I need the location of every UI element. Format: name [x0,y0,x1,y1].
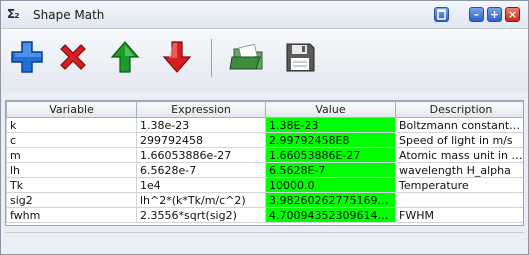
status-bar [5,232,524,251]
description-cell[interactable]: Temperature [395,177,523,193]
save-button[interactable] [280,37,320,77]
window-minimize-button[interactable]: – [469,7,484,22]
shape-math-window: Σ₂ Shape Math – + × Variable Expression … [0,0,529,255]
expression-cell[interactable]: 299792458 [136,132,266,148]
maximize-icon: + [489,8,500,21]
window-restore-button[interactable] [434,7,449,22]
table-row[interactable]: Tk 1e4 10000.0 Temperature [6,177,523,193]
toolbar-separator [211,39,212,77]
title-bar[interactable]: Σ₂ Shape Math – + × [1,1,528,29]
variable-cell[interactable]: sig2 [6,192,137,208]
variable-cell[interactable]: c [6,132,137,148]
sigma-app-icon: Σ₂ [7,7,19,21]
plus-icon [11,41,43,73]
value-cell: 4.70094352309614E... [265,207,396,223]
window-maximize-button[interactable]: + [487,7,502,22]
column-header-description[interactable]: Description [395,101,523,118]
table-header-row: Variable Expression Value Description [6,101,523,118]
column-header-expression[interactable]: Expression [136,101,266,118]
x-icon [60,44,86,70]
variable-cell[interactable]: Tk [6,177,137,193]
minimize-icon: – [473,8,480,21]
value-cell: 6.5628E-7 [265,162,396,178]
window-title: Shape Math [33,8,105,22]
expression-cell[interactable]: 1e4 [136,177,266,193]
description-cell[interactable]: Speed of light in m/s [395,132,523,148]
window-close-button[interactable]: × [505,7,520,22]
column-header-variable[interactable]: Variable [6,101,137,118]
floppy-disk-icon [286,43,315,72]
variables-table: Variable Expression Value Description k … [6,101,523,223]
description-cell[interactable]: FWHM [395,207,523,223]
close-icon: × [507,8,518,21]
arrow-up-icon [110,41,140,73]
variable-cell[interactable]: fwhm [6,207,137,223]
folder-open-icon [229,43,263,70]
description-cell[interactable] [395,192,523,208]
expression-cell[interactable]: 6.5628e-7 [136,162,266,178]
table-row[interactable]: lh 6.5628e-7 6.5628E-7 wavelength H_alph… [6,162,523,178]
toolbar [1,29,528,91]
description-cell[interactable]: Atomic mass unit in kg [395,147,523,163]
value-cell: 1.66053886E-27 [265,147,396,163]
add-button[interactable] [7,37,47,77]
variables-table-container[interactable]: Variable Expression Value Description k … [5,100,524,226]
expression-cell[interactable]: 1.66053886e-27 [136,147,266,163]
column-header-value[interactable]: Value [265,101,396,118]
table-row[interactable]: fwhm 2.3556*sqrt(sig2) 4.70094352309614E… [6,207,523,223]
table-row[interactable]: sig2 lh^2*(k*Tk/m/c^2) 3.982602627751692… [6,192,523,208]
expression-cell[interactable]: lh^2*(k*Tk/m/c^2) [136,192,266,208]
delete-button[interactable] [53,37,93,77]
move-down-button[interactable] [157,37,197,77]
value-cell: 1.38E-23 [265,117,396,133]
variable-cell[interactable]: m [6,147,137,163]
window-restore-icon [437,9,446,20]
table-row[interactable]: k 1.38e-23 1.38E-23 Boltzmann constant .… [6,117,523,133]
table-row[interactable]: c 299792458 2.99792458E8 Speed of light … [6,132,523,148]
value-cell: 2.99792458E8 [265,132,396,148]
open-button[interactable] [228,37,268,77]
description-cell[interactable]: Boltzmann constant ... [395,117,523,133]
description-cell[interactable]: wavelength H_alpha [395,162,523,178]
variable-cell[interactable]: k [6,117,137,133]
expression-cell[interactable]: 2.3556*sqrt(sig2) [136,207,266,223]
value-cell: 10000.0 [265,177,396,193]
value-cell: 3.982602627751692... [265,192,396,208]
expression-cell[interactable]: 1.38e-23 [136,117,266,133]
arrow-down-icon [162,41,192,73]
move-up-button[interactable] [105,37,145,77]
table-row[interactable]: m 1.66053886e-27 1.66053886E-27 Atomic m… [6,147,523,163]
variable-cell[interactable]: lh [6,162,137,178]
